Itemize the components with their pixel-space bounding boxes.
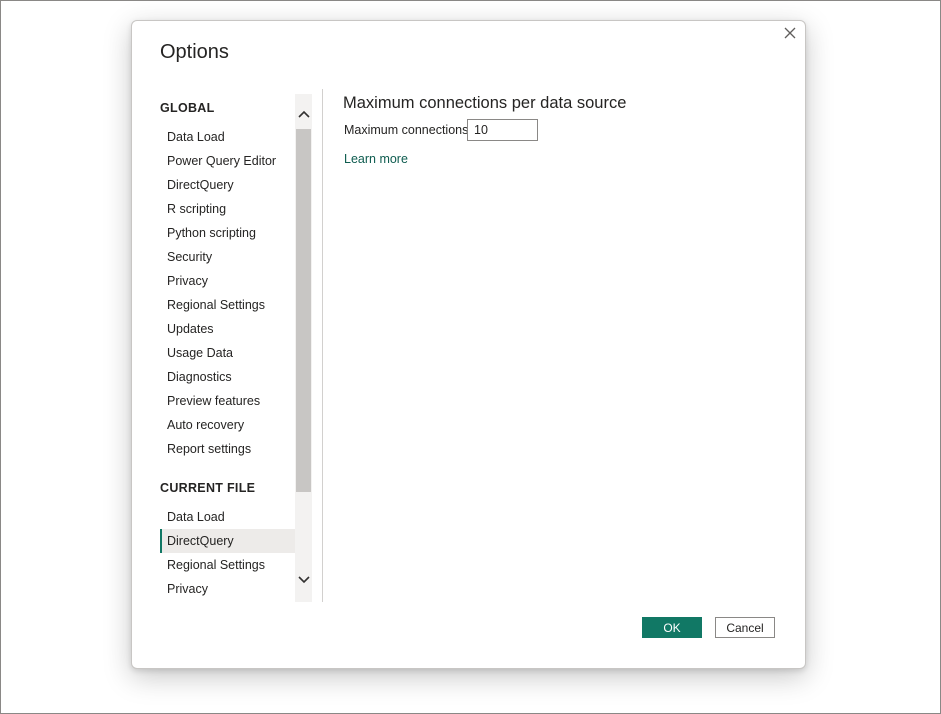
nav-scrollbar[interactable]: [295, 94, 312, 602]
ok-button[interactable]: OK: [642, 617, 702, 638]
vertical-divider: [322, 89, 323, 602]
nav-item-global-power-query-editor[interactable]: Power Query Editor: [160, 149, 295, 173]
chevron-down-icon: [297, 576, 310, 584]
nav-item-global-regional-settings[interactable]: Regional Settings: [160, 293, 295, 317]
nav-item-global-diagnostics[interactable]: Diagnostics: [160, 365, 295, 389]
nav-item-global-preview-features[interactable]: Preview features: [160, 389, 295, 413]
close-button[interactable]: [780, 23, 800, 43]
nav-item-global-updates[interactable]: Updates: [160, 317, 295, 341]
nav-section-global: GLOBAL: [160, 101, 215, 115]
nav-item-global-privacy[interactable]: Privacy: [160, 269, 295, 293]
close-icon: [784, 27, 796, 39]
options-dialog: Options GLOBAL Data Load Power Query Edi…: [131, 20, 806, 669]
nav-item-global-directquery[interactable]: DirectQuery: [160, 173, 295, 197]
nav-section-current-file: CURRENT FILE: [160, 481, 256, 495]
nav-item-global-r-scripting[interactable]: R scripting: [160, 197, 295, 221]
nav-item-file-data-load[interactable]: Data Load: [160, 505, 295, 529]
scroll-down-button[interactable]: [295, 570, 312, 590]
learn-more-link[interactable]: Learn more: [344, 152, 408, 166]
nav-item-file-privacy[interactable]: Privacy: [160, 577, 295, 601]
max-connections-label: Maximum connections: [344, 123, 469, 137]
scroll-up-button[interactable]: [295, 104, 312, 124]
chevron-up-icon: [297, 110, 310, 118]
options-nav: GLOBAL Data Load Power Query Editor Dire…: [132, 91, 312, 602]
section-heading: Maximum connections per data source: [343, 94, 627, 112]
nav-item-global-security[interactable]: Security: [160, 245, 295, 269]
scroll-thumb[interactable]: [296, 129, 311, 492]
nav-item-global-python-scripting[interactable]: Python scripting: [160, 221, 295, 245]
max-connections-input[interactable]: [467, 119, 538, 141]
cancel-button[interactable]: Cancel: [715, 617, 775, 638]
nav-item-file-regional-settings[interactable]: Regional Settings: [160, 553, 295, 577]
nav-item-file-directquery[interactable]: DirectQuery: [160, 529, 295, 553]
nav-item-global-report-settings[interactable]: Report settings: [160, 437, 295, 461]
nav-item-global-auto-recovery[interactable]: Auto recovery: [160, 413, 295, 437]
dialog-title: Options: [160, 41, 229, 63]
nav-item-global-data-load[interactable]: Data Load: [160, 125, 295, 149]
nav-item-global-usage-data[interactable]: Usage Data: [160, 341, 295, 365]
